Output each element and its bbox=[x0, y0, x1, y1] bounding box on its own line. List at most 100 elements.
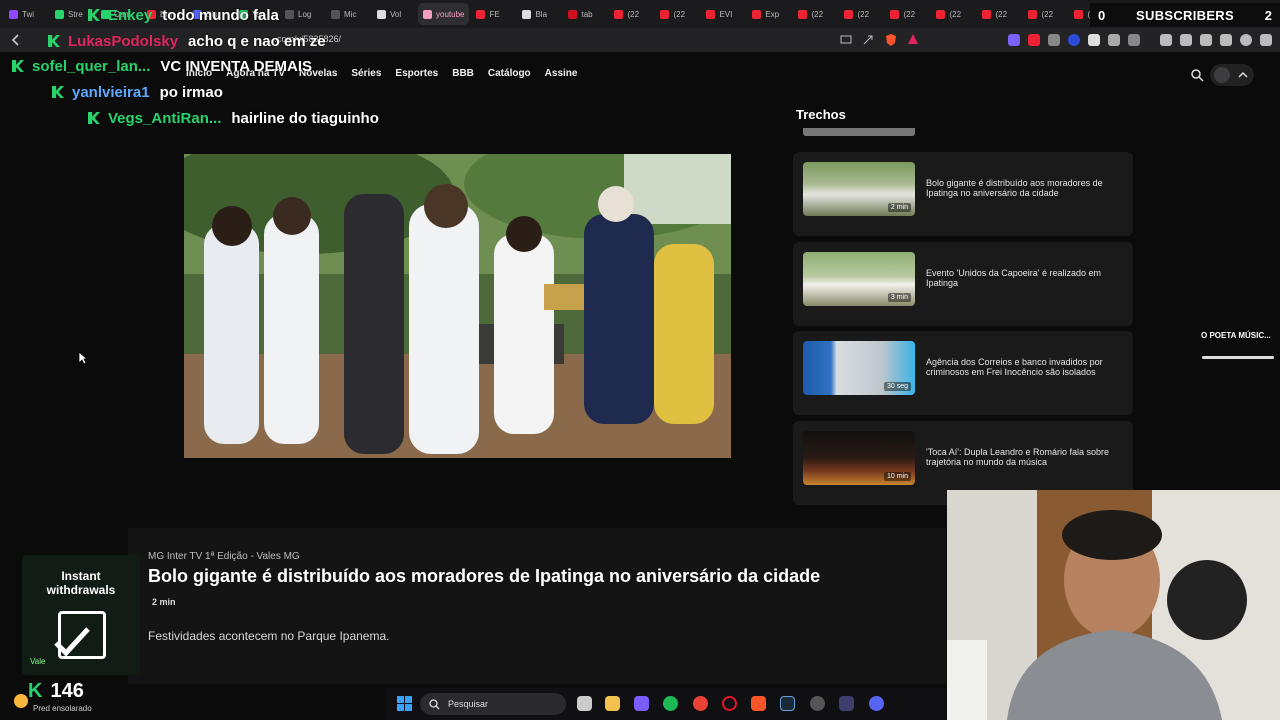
screen-icon[interactable] bbox=[840, 34, 852, 46]
browser-tab[interactable]: (22 bbox=[885, 3, 929, 25]
menu-icon[interactable] bbox=[1260, 34, 1272, 46]
tab-label: (22 bbox=[811, 9, 824, 19]
chat-text: todo mundo fala bbox=[162, 7, 279, 24]
nav-item[interactable]: BBB bbox=[452, 68, 474, 79]
browser-tab[interactable]: (22 bbox=[1023, 3, 1067, 25]
tab-favicon-icon bbox=[55, 9, 64, 19]
weather-icon bbox=[14, 694, 28, 708]
spotify-icon[interactable] bbox=[663, 696, 678, 711]
extension-icon[interactable] bbox=[1028, 34, 1040, 46]
partial-thumbnail bbox=[803, 128, 915, 136]
tab-favicon-icon bbox=[423, 9, 432, 19]
browser-tab[interactable]: (22 bbox=[839, 3, 883, 25]
kick-badge-icon bbox=[52, 86, 64, 98]
tab-label: EVI bbox=[719, 9, 733, 19]
video-duration: 2 min bbox=[152, 597, 176, 607]
weather-label: Pred ensolarado bbox=[33, 704, 92, 713]
browser-tab[interactable]: (22 bbox=[977, 3, 1021, 25]
wallet-icon[interactable] bbox=[1200, 34, 1212, 46]
browser-tab[interactable]: Vol bbox=[372, 3, 416, 25]
now-playing-title: O POETA MÚSIC... bbox=[1201, 331, 1271, 340]
vpn-icon[interactable] bbox=[1240, 34, 1252, 46]
chat-message: Enkey todo mundo fala bbox=[88, 7, 279, 24]
tab-label: Twi bbox=[22, 9, 34, 19]
video-player[interactable] bbox=[184, 154, 731, 458]
chat-text: hairline do tiaguinho bbox=[231, 110, 379, 127]
extension-icon[interactable] bbox=[1008, 34, 1020, 46]
program-name[interactable]: MG Inter TV 1ª Edição - Vales MG bbox=[148, 551, 300, 562]
site-search-button[interactable] bbox=[1188, 66, 1206, 84]
browser-tab[interactable]: FE bbox=[471, 3, 515, 25]
browser-tab[interactable]: Bla bbox=[517, 3, 561, 25]
extension-icon[interactable] bbox=[1128, 34, 1140, 46]
browser-tab[interactable]: (22 bbox=[793, 3, 837, 25]
kick-badge-icon bbox=[48, 35, 60, 47]
share-icon[interactable] bbox=[862, 34, 874, 46]
kick-badge-icon bbox=[12, 60, 24, 72]
browser-tab[interactable]: Mic bbox=[326, 3, 370, 25]
tab-label: (22 bbox=[857, 9, 870, 19]
media-icon[interactable] bbox=[1160, 34, 1172, 46]
kick-viewer-count: K 146 bbox=[28, 680, 84, 703]
subscribers-label: SUBSCRIBERS bbox=[1136, 7, 1234, 23]
extension-icon[interactable] bbox=[1088, 34, 1100, 46]
chat-text: acho q e nao em ze bbox=[188, 33, 326, 50]
nav-item[interactable]: Catálogo bbox=[488, 68, 531, 79]
tab-favicon-icon bbox=[1028, 9, 1038, 19]
task-view-icon[interactable] bbox=[577, 696, 592, 711]
puzzle-icon[interactable] bbox=[1108, 34, 1120, 46]
app-icon[interactable] bbox=[839, 696, 854, 711]
browser-tab[interactable]: (22 bbox=[655, 3, 699, 25]
tab-label: Exp bbox=[765, 9, 780, 19]
opera-icon[interactable] bbox=[722, 696, 737, 711]
nav-item[interactable]: Séries bbox=[351, 68, 381, 79]
browser-tab[interactable]: tab bbox=[563, 3, 607, 25]
sidebar-icon[interactable] bbox=[1180, 34, 1192, 46]
browser-tab[interactable]: Log bbox=[280, 3, 324, 25]
tab-label: Bla bbox=[535, 9, 548, 19]
brave-shield-icon[interactable] bbox=[884, 33, 898, 47]
back-icon[interactable] bbox=[10, 34, 22, 46]
extension-icon[interactable] bbox=[1048, 34, 1060, 46]
tab-label: youtube bbox=[436, 9, 465, 19]
windows-start-icon[interactable] bbox=[397, 696, 412, 711]
subscribers-left-count: 0 bbox=[1098, 7, 1106, 23]
leo-icon[interactable] bbox=[1220, 34, 1232, 46]
trecho-thumbnail: 30 seg bbox=[803, 341, 915, 395]
nav-item[interactable]: Esportes bbox=[395, 68, 438, 79]
browser-tab[interactable]: EVI bbox=[701, 3, 745, 25]
tab-favicon-icon bbox=[752, 9, 762, 19]
tab-favicon-icon bbox=[331, 9, 340, 19]
browser-tab[interactable]: (22 bbox=[931, 3, 975, 25]
brave-rewards-icon[interactable] bbox=[907, 33, 919, 45]
browser-tab[interactable]: Exp bbox=[747, 3, 791, 25]
nav-item[interactable]: Assine bbox=[545, 68, 578, 79]
app-grid-icon[interactable] bbox=[634, 696, 649, 711]
browser-tab[interactable]: (22 bbox=[609, 3, 653, 25]
trecho-card[interactable]: 3 min Evento 'Unidos da Capoeira' é reali… bbox=[793, 242, 1133, 326]
file-explorer-icon[interactable] bbox=[605, 696, 620, 711]
trecho-thumbnail: 2 min bbox=[803, 162, 915, 216]
trecho-card[interactable]: 30 seg Agência dos Correios e banco invad… bbox=[793, 331, 1133, 415]
mouse-cursor-icon bbox=[78, 351, 88, 365]
subscribers-counter: 0 SUBSCRIBERS 2 bbox=[1090, 3, 1280, 27]
trecho-duration: 2 min bbox=[887, 203, 911, 212]
taskbar-search[interactable]: Pesquisar bbox=[420, 693, 566, 715]
trecho-duration: 3 min bbox=[887, 293, 911, 302]
trecho-title: Bolo gigante é distribuído aos moradores… bbox=[926, 178, 1103, 198]
obs-icon[interactable] bbox=[810, 696, 825, 711]
tab-label: Log bbox=[298, 9, 312, 19]
tab-label: Mic bbox=[344, 9, 357, 19]
trecho-card[interactable]: 2 min Bolo gigante é distribuído aos mora… bbox=[793, 152, 1133, 236]
brave-icon[interactable] bbox=[751, 696, 766, 711]
browser-tab[interactable]: Twi bbox=[4, 3, 48, 25]
chrome-icon[interactable] bbox=[693, 696, 708, 711]
browser-tab[interactable]: youtube bbox=[418, 3, 470, 25]
discord-icon[interactable] bbox=[869, 696, 884, 711]
check-icon bbox=[54, 627, 90, 657]
user-menu[interactable] bbox=[1210, 64, 1254, 86]
tab-favicon-icon bbox=[377, 9, 386, 19]
search-icon bbox=[429, 698, 440, 709]
extension-icon[interactable] bbox=[1068, 34, 1080, 46]
steam-icon[interactable] bbox=[780, 696, 795, 711]
